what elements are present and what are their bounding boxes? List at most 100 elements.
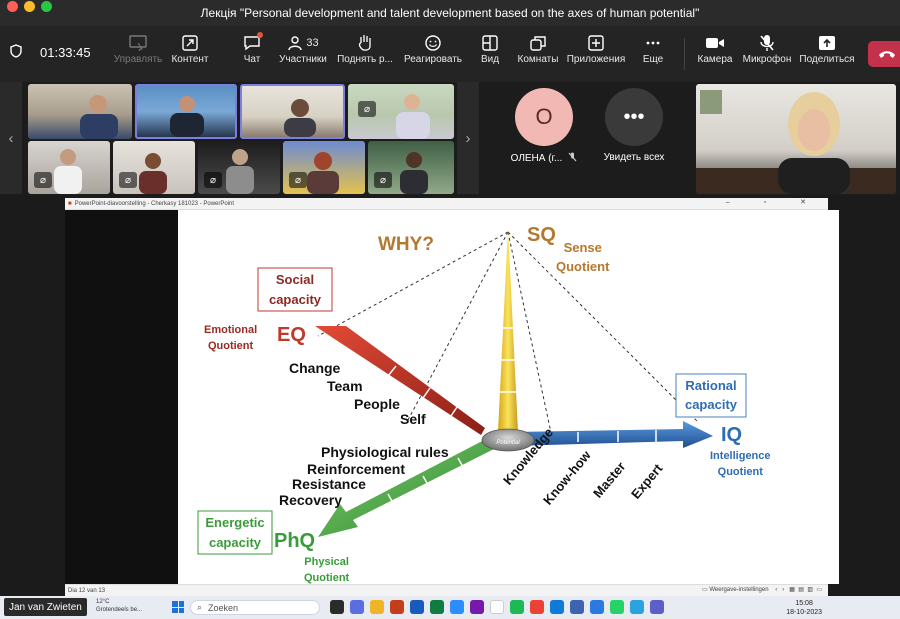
react-icon — [425, 32, 441, 54]
taskbar-search-placeholder: Zoeken — [208, 602, 239, 613]
taskbar-search[interactable]: ⌕ Zoeken — [190, 600, 320, 615]
taskbar-clock[interactable]: 15:08 18-10-2023 — [786, 599, 822, 617]
view-settings-label: Weergave-instellingen — [709, 587, 769, 593]
participants-count: 33 — [306, 37, 319, 49]
edge-icon[interactable] — [550, 600, 564, 614]
react-button[interactable]: Реагировать — [402, 32, 464, 65]
social-capacity-line2: capacity — [268, 292, 322, 307]
app-icon[interactable] — [570, 600, 584, 614]
weather-widget[interactable]: 12°C Grotendeels be... — [96, 598, 142, 614]
powerpoint-app-icon[interactable] — [390, 600, 404, 614]
energetic-capacity-line1: Energetic — [205, 515, 265, 530]
microphone-button[interactable]: Микрофон — [736, 32, 798, 65]
physical-quotient-label: Physical Quotient — [304, 554, 349, 586]
participant-silhouette — [80, 95, 118, 139]
participants-button[interactable]: 33 Участники — [272, 32, 334, 65]
onenote-app-icon[interactable] — [470, 600, 484, 614]
participant-video-tile[interactable]: ⌀ — [113, 141, 195, 194]
spotify-icon[interactable] — [510, 600, 524, 614]
meeting-toolbar: 01:33:45 Управлять Контент Чат 33 Участн… — [0, 26, 900, 82]
raise-hand-icon — [357, 32, 373, 54]
rational-capacity-line2: capacity — [684, 397, 738, 412]
whatsapp-icon[interactable] — [610, 600, 624, 614]
telegram-icon[interactable] — [630, 600, 644, 614]
content-button[interactable]: Контент — [159, 32, 221, 65]
participant-silhouette — [170, 96, 204, 137]
chrome-icon[interactable] — [530, 600, 544, 614]
participant-video-tile[interactable]: ⌀ — [368, 141, 454, 194]
teams-icon[interactable] — [350, 600, 364, 614]
why-label: WHY? — [378, 234, 434, 255]
participants-label: Участники — [279, 54, 327, 65]
participant-video-tile[interactable] — [135, 84, 237, 139]
participant-video-tile[interactable] — [240, 84, 345, 139]
next-slide-button[interactable]: › — [782, 587, 784, 593]
word-app-icon[interactable] — [410, 600, 424, 614]
minimize-window-button[interactable] — [24, 1, 35, 12]
slide-counter: Dia 12 van 13 — [68, 587, 106, 594]
chat-unread-badge — [257, 32, 263, 38]
muted-icon: ⌀ — [374, 172, 392, 188]
phq-word: Resistance — [292, 476, 366, 492]
phq-label: PhQ — [274, 530, 316, 552]
participant-video-tile[interactable] — [28, 84, 132, 139]
powerpoint-icon: ■ — [68, 200, 72, 207]
more-icon: ••• — [605, 88, 663, 146]
close-window-button[interactable] — [7, 1, 18, 12]
sq-axis — [498, 228, 518, 432]
gallery-next-button[interactable]: › — [457, 82, 479, 194]
microphone-off-icon — [759, 32, 775, 54]
raise-hand-button[interactable]: Поднять р... — [334, 32, 396, 65]
see-all-tile[interactable]: ••• Увидеть всех — [592, 88, 676, 180]
more-button[interactable]: Еще — [622, 32, 684, 65]
shield-icon — [10, 44, 22, 61]
sense-quotient-line2: Quotient — [556, 259, 610, 274]
prev-slide-button[interactable]: ‹ — [775, 587, 777, 593]
clock-time: 15:08 — [795, 600, 813, 607]
app-icon[interactable] — [590, 600, 604, 614]
rooms-button[interactable]: Комнаты — [507, 32, 569, 65]
participant-avatar-tile[interactable]: O ОЛЕНА (г... — [500, 88, 588, 180]
muted-icon: ⌀ — [289, 172, 307, 188]
react-label: Реагировать — [403, 54, 463, 65]
reading-view-icon[interactable]: ▤ — [798, 587, 804, 593]
content-icon — [182, 32, 198, 54]
meeting-status: 01:33:45 — [10, 44, 91, 61]
participant-video-tile[interactable]: ⌀ — [283, 141, 365, 194]
participant-video-tile[interactable]: ⌀ — [348, 84, 454, 139]
windows-start-icon[interactable] — [172, 601, 184, 613]
zoom-app-icon[interactable] — [450, 600, 464, 614]
window-controls — [7, 1, 52, 12]
view-settings-button[interactable]: ▭ Weergave-instellingen — [702, 587, 769, 593]
rooms-label: Комнаты — [517, 54, 559, 65]
fit-icon[interactable]: ▭ — [816, 587, 822, 593]
share-button[interactable]: Поделиться — [796, 32, 858, 65]
active-speaker-video[interactable] — [696, 84, 896, 194]
more-icon — [645, 32, 661, 54]
slideshow-icon[interactable]: ▥ — [807, 587, 813, 593]
powerpoint-window: ■ PowerPoint-diavoorstelling - Cherkasy … — [65, 198, 839, 596]
task-view-icon[interactable] — [330, 600, 344, 614]
control-label: Управлять — [113, 54, 163, 65]
window-title: Лекція "Personal development and talent … — [200, 6, 700, 20]
apps-button[interactable]: Приложения — [565, 32, 627, 65]
zoom-window-button[interactable] — [41, 1, 52, 12]
windows-taskbar: 12°C Grotendeels be... ⌕ Zoeken 15:08 18… — [0, 596, 900, 619]
camera-label: Камера — [697, 54, 733, 65]
leave-button[interactable] — [868, 41, 900, 67]
app-icon[interactable] — [490, 600, 504, 614]
powerpoint-window-controls[interactable]: – ▫ ✕ — [726, 198, 822, 206]
excel-app-icon[interactable] — [430, 600, 444, 614]
grid-view-icon[interactable]: ▦ — [789, 587, 795, 593]
gallery-prev-button[interactable]: ‹ — [0, 82, 22, 194]
explorer-icon[interactable] — [370, 600, 384, 614]
chat-icon — [243, 32, 263, 54]
muted-icon: ⌀ — [204, 172, 222, 188]
teams-app-icon[interactable] — [650, 600, 664, 614]
muted-icon: ⌀ — [34, 172, 52, 188]
participant-video-tile[interactable]: ⌀ — [198, 141, 280, 194]
rooms-icon — [530, 32, 546, 54]
see-all-label: Увидеть всех — [603, 152, 665, 163]
apps-label: Приложения — [566, 54, 626, 65]
participant-video-tile[interactable]: ⌀ — [28, 141, 110, 194]
